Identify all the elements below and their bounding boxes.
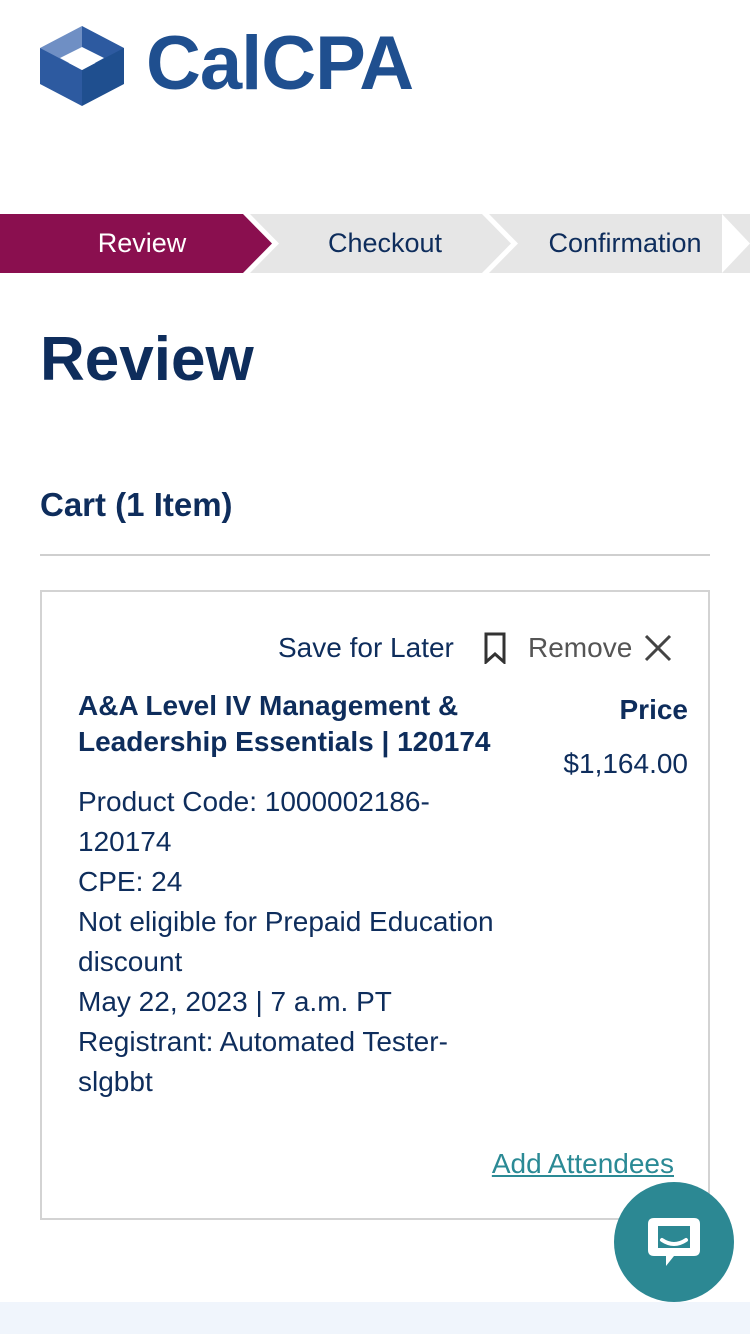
registrant: Registrant: Automated Tester-slgbbt (78, 1026, 448, 1097)
cpe-credits: CPE: 24 (78, 866, 183, 897)
cart-item-actions: Save for Later Remove (42, 628, 682, 668)
chat-bubble-icon (648, 1218, 700, 1266)
event-date-time: May 22, 2023 | 7 a.m. PT (78, 986, 392, 1017)
cart-heading: Cart (1 Item) (40, 486, 233, 523)
close-icon[interactable] (644, 634, 672, 662)
chat-button[interactable] (614, 1182, 734, 1302)
calcpa-logo-icon[interactable] (40, 26, 124, 106)
remove-button[interactable]: Remove (528, 628, 632, 668)
bookmark-icon[interactable] (484, 632, 506, 664)
product-code: Product Code: 1000002186-120174 (78, 786, 430, 857)
site-header: CalCPA (0, 0, 750, 140)
footer-band (0, 1302, 750, 1334)
product-details: Product Code: 1000002186-120174 CPE: 24 … (78, 782, 518, 1102)
price-value: $1,164.00 (563, 748, 688, 779)
step-confirmation[interactable]: Confirmation (500, 214, 750, 273)
price-label: Price (619, 694, 689, 725)
add-attendees-link[interactable]: Add Attendees (492, 1144, 674, 1184)
step-review-label: Review (97, 228, 187, 258)
page-title: Review (40, 325, 254, 394)
divider (40, 554, 710, 556)
discount-note: Not eligible for Prepaid Education disco… (78, 906, 494, 977)
cart-item-card: Save for Later Remove A&A Level IV Manag… (40, 590, 710, 1220)
checkout-progress: Review Checkout Confirmation (0, 214, 750, 273)
brand-name[interactable]: CalCPA (146, 22, 414, 106)
step-review[interactable]: Review (0, 214, 272, 273)
step-checkout[interactable]: Checkout (260, 214, 510, 273)
save-for-later-button[interactable]: Save for Later (278, 628, 454, 668)
product-title[interactable]: A&A Level IV Management & Leadership Ess… (78, 688, 528, 760)
